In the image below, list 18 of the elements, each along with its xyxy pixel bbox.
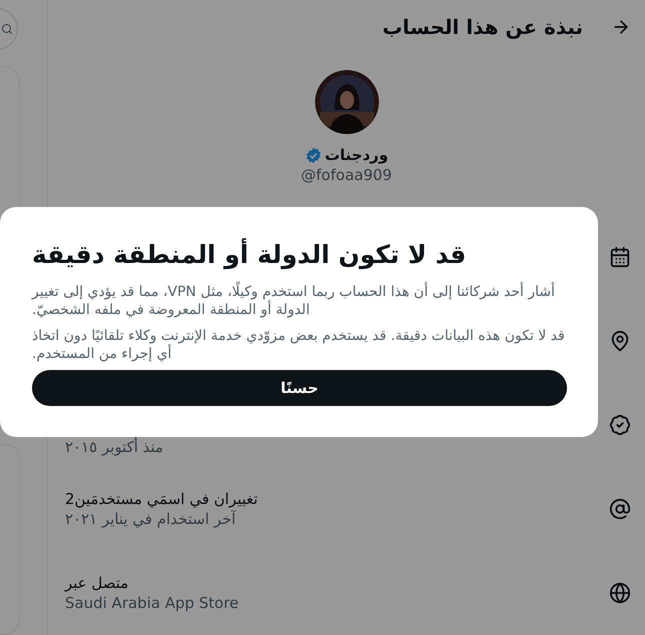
calendar-icon [609, 246, 631, 268]
row-title: متصل عبر [65, 573, 128, 593]
row-detail: آخر استخدام في يناير ٢٠٢١ [65, 509, 236, 529]
dialog-title: قد لا تكون الدولة أو المنطقة دقيقة [32, 239, 468, 271]
display-name: وردجنات [324, 146, 388, 164]
ok-button[interactable]: حسنًا [32, 370, 567, 406]
row-detail: Saudi Arabia App Store [65, 593, 239, 613]
username-handle: @fofoaa909 [301, 166, 392, 184]
globe-icon [609, 582, 631, 604]
page-title: نبذة عن هذا الحساب [382, 15, 583, 39]
row-detail: منذ أكتوبر ٢٠١٥ [65, 437, 164, 457]
row-title: تغييران في اسمَي مستخدمَين2 [65, 489, 258, 509]
dialog-text: أشار أحد شركائنا إلى أن هذا الحساب ربما استخدم وكيلًا، مثل VPN، مما قد يؤدي إلى تغيير الدولة أو المنطقة المعروضة في ملفه الشخصيّ. [32, 283, 567, 319]
at-sign-icon [609, 498, 631, 520]
search-icon [1, 22, 13, 35]
verified-badge-icon [609, 414, 631, 436]
dialog-text: قد لا تكون هذه البيانات دقيقة. قد يستخدم بعض مزوّدي خدمة الإنترنت وكلاء تلقائيًا دون اتخاذ أي إجراء من المستخدم. [32, 327, 566, 363]
location-pin-icon [609, 330, 631, 352]
